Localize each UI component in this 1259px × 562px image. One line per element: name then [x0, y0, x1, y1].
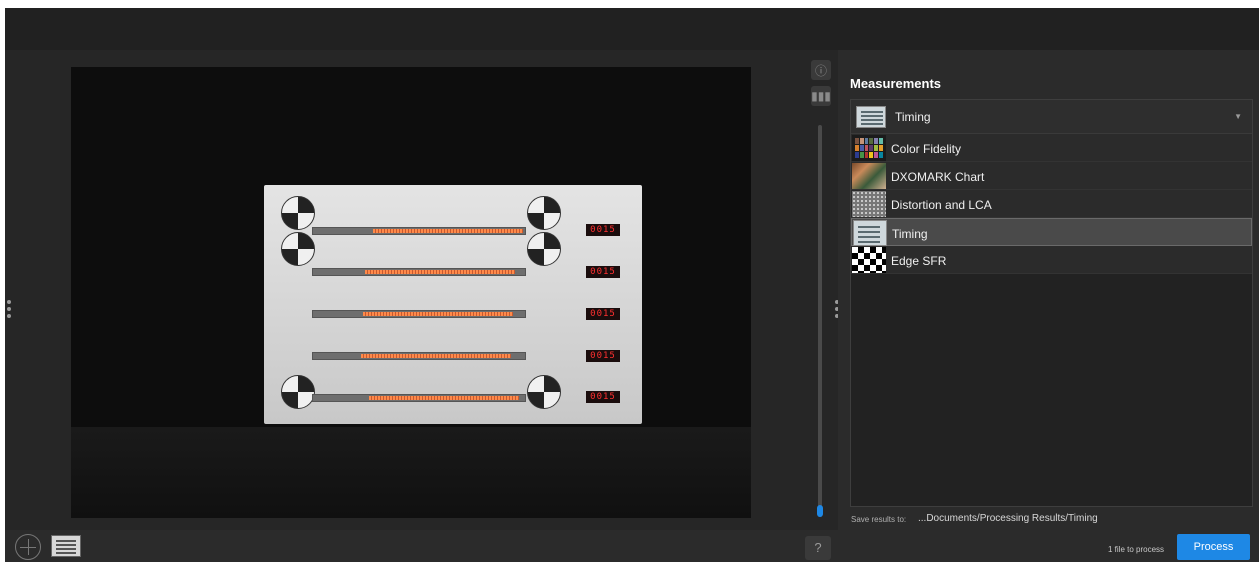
measurement-menu: Color Fidelity DXOMARK Chart Distortion … — [851, 134, 1252, 274]
menu-item-edge-sfr[interactable]: Edge SFR — [851, 246, 1252, 274]
registration-target-icon — [527, 232, 561, 266]
registration-target-icon — [527, 375, 561, 409]
dropdown-selected-label: Timing — [895, 110, 931, 124]
process-button[interactable]: Process — [1177, 534, 1250, 560]
led-counter: 0015 — [586, 224, 620, 236]
timing-chart-icon — [856, 106, 886, 128]
viewer-bottom-bar — [5, 530, 838, 562]
vertical-scrollbar[interactable] — [817, 125, 823, 517]
info-icon[interactable]: ⓘ — [811, 60, 831, 80]
timing-bar — [312, 394, 526, 402]
menu-item-label: Edge SFR — [891, 254, 947, 268]
menu-item-label: DXOMARK Chart — [891, 170, 985, 184]
top-bar — [5, 8, 1259, 50]
panel-title: Measurements — [850, 76, 942, 91]
histogram-icon[interactable]: ▮▮▮ — [811, 86, 831, 106]
registration-target-icon — [281, 196, 315, 230]
menu-item-dxomark-chart[interactable]: DXOMARK Chart — [851, 162, 1252, 190]
left-resize-handle[interactable] — [7, 300, 11, 318]
menu-item-distortion-lca[interactable]: Distortion and LCA — [851, 190, 1252, 218]
registration-target-icon — [281, 375, 315, 409]
menu-item-label: Timing — [892, 227, 928, 241]
crosshair-icon[interactable] — [15, 534, 41, 560]
distortion-grid-icon — [852, 191, 886, 217]
image-floor — [71, 427, 751, 518]
measurements-panel: Measurements Timing ▼ Color Fidelity DXO… — [838, 50, 1259, 562]
image-viewer-pane: 0015 0015 0015 0015 0015 ⓘ ▮▮▮ ? — [5, 50, 839, 562]
scrollbar-thumb[interactable] — [817, 505, 823, 517]
led-counter: 0015 — [586, 266, 620, 278]
color-checker-icon — [852, 135, 886, 161]
registration-target-icon — [527, 196, 561, 230]
timing-bar — [312, 227, 526, 235]
timing-bar — [312, 352, 526, 360]
menu-item-label: Distortion and LCA — [891, 198, 992, 212]
menu-item-color-fidelity[interactable]: Color Fidelity — [851, 134, 1252, 162]
menu-item-timing[interactable]: Timing — [851, 218, 1252, 246]
led-counter: 0015 — [586, 308, 620, 320]
led-counter: 0015 — [586, 350, 620, 362]
chevron-down-icon: ▼ — [1234, 112, 1242, 121]
save-results-label: Save results to: — [851, 515, 907, 524]
checkerboard-icon — [852, 247, 886, 273]
save-path-link[interactable]: ...Documents/Processing Results/Timing — [918, 513, 1098, 524]
timing-thumbnail[interactable] — [51, 535, 81, 557]
image-preview[interactable]: 0015 0015 0015 0015 0015 — [71, 67, 751, 518]
timing-bar — [312, 268, 526, 276]
measurement-dropdown[interactable]: Timing ▼ — [851, 100, 1252, 134]
led-counter: 0015 — [586, 391, 620, 403]
app-window: 0015 0015 0015 0015 0015 ⓘ ▮▮▮ ? Measure… — [5, 8, 1259, 562]
files-to-process-count: 1 file to process — [1108, 545, 1165, 554]
timing-chart-board: 0015 0015 0015 0015 0015 — [264, 185, 642, 424]
dxomark-chart-icon — [852, 163, 886, 189]
menu-item-label: Color Fidelity — [891, 142, 962, 156]
timing-bar — [312, 310, 526, 318]
viewer-toolbar: ⓘ ▮▮▮ — [811, 60, 835, 112]
registration-target-icon — [281, 232, 315, 266]
measurements-list-box: Timing ▼ Color Fidelity DXOMARK Chart Di… — [850, 99, 1253, 507]
timing-chart-icon — [853, 220, 887, 246]
help-button[interactable]: ? — [805, 536, 831, 560]
